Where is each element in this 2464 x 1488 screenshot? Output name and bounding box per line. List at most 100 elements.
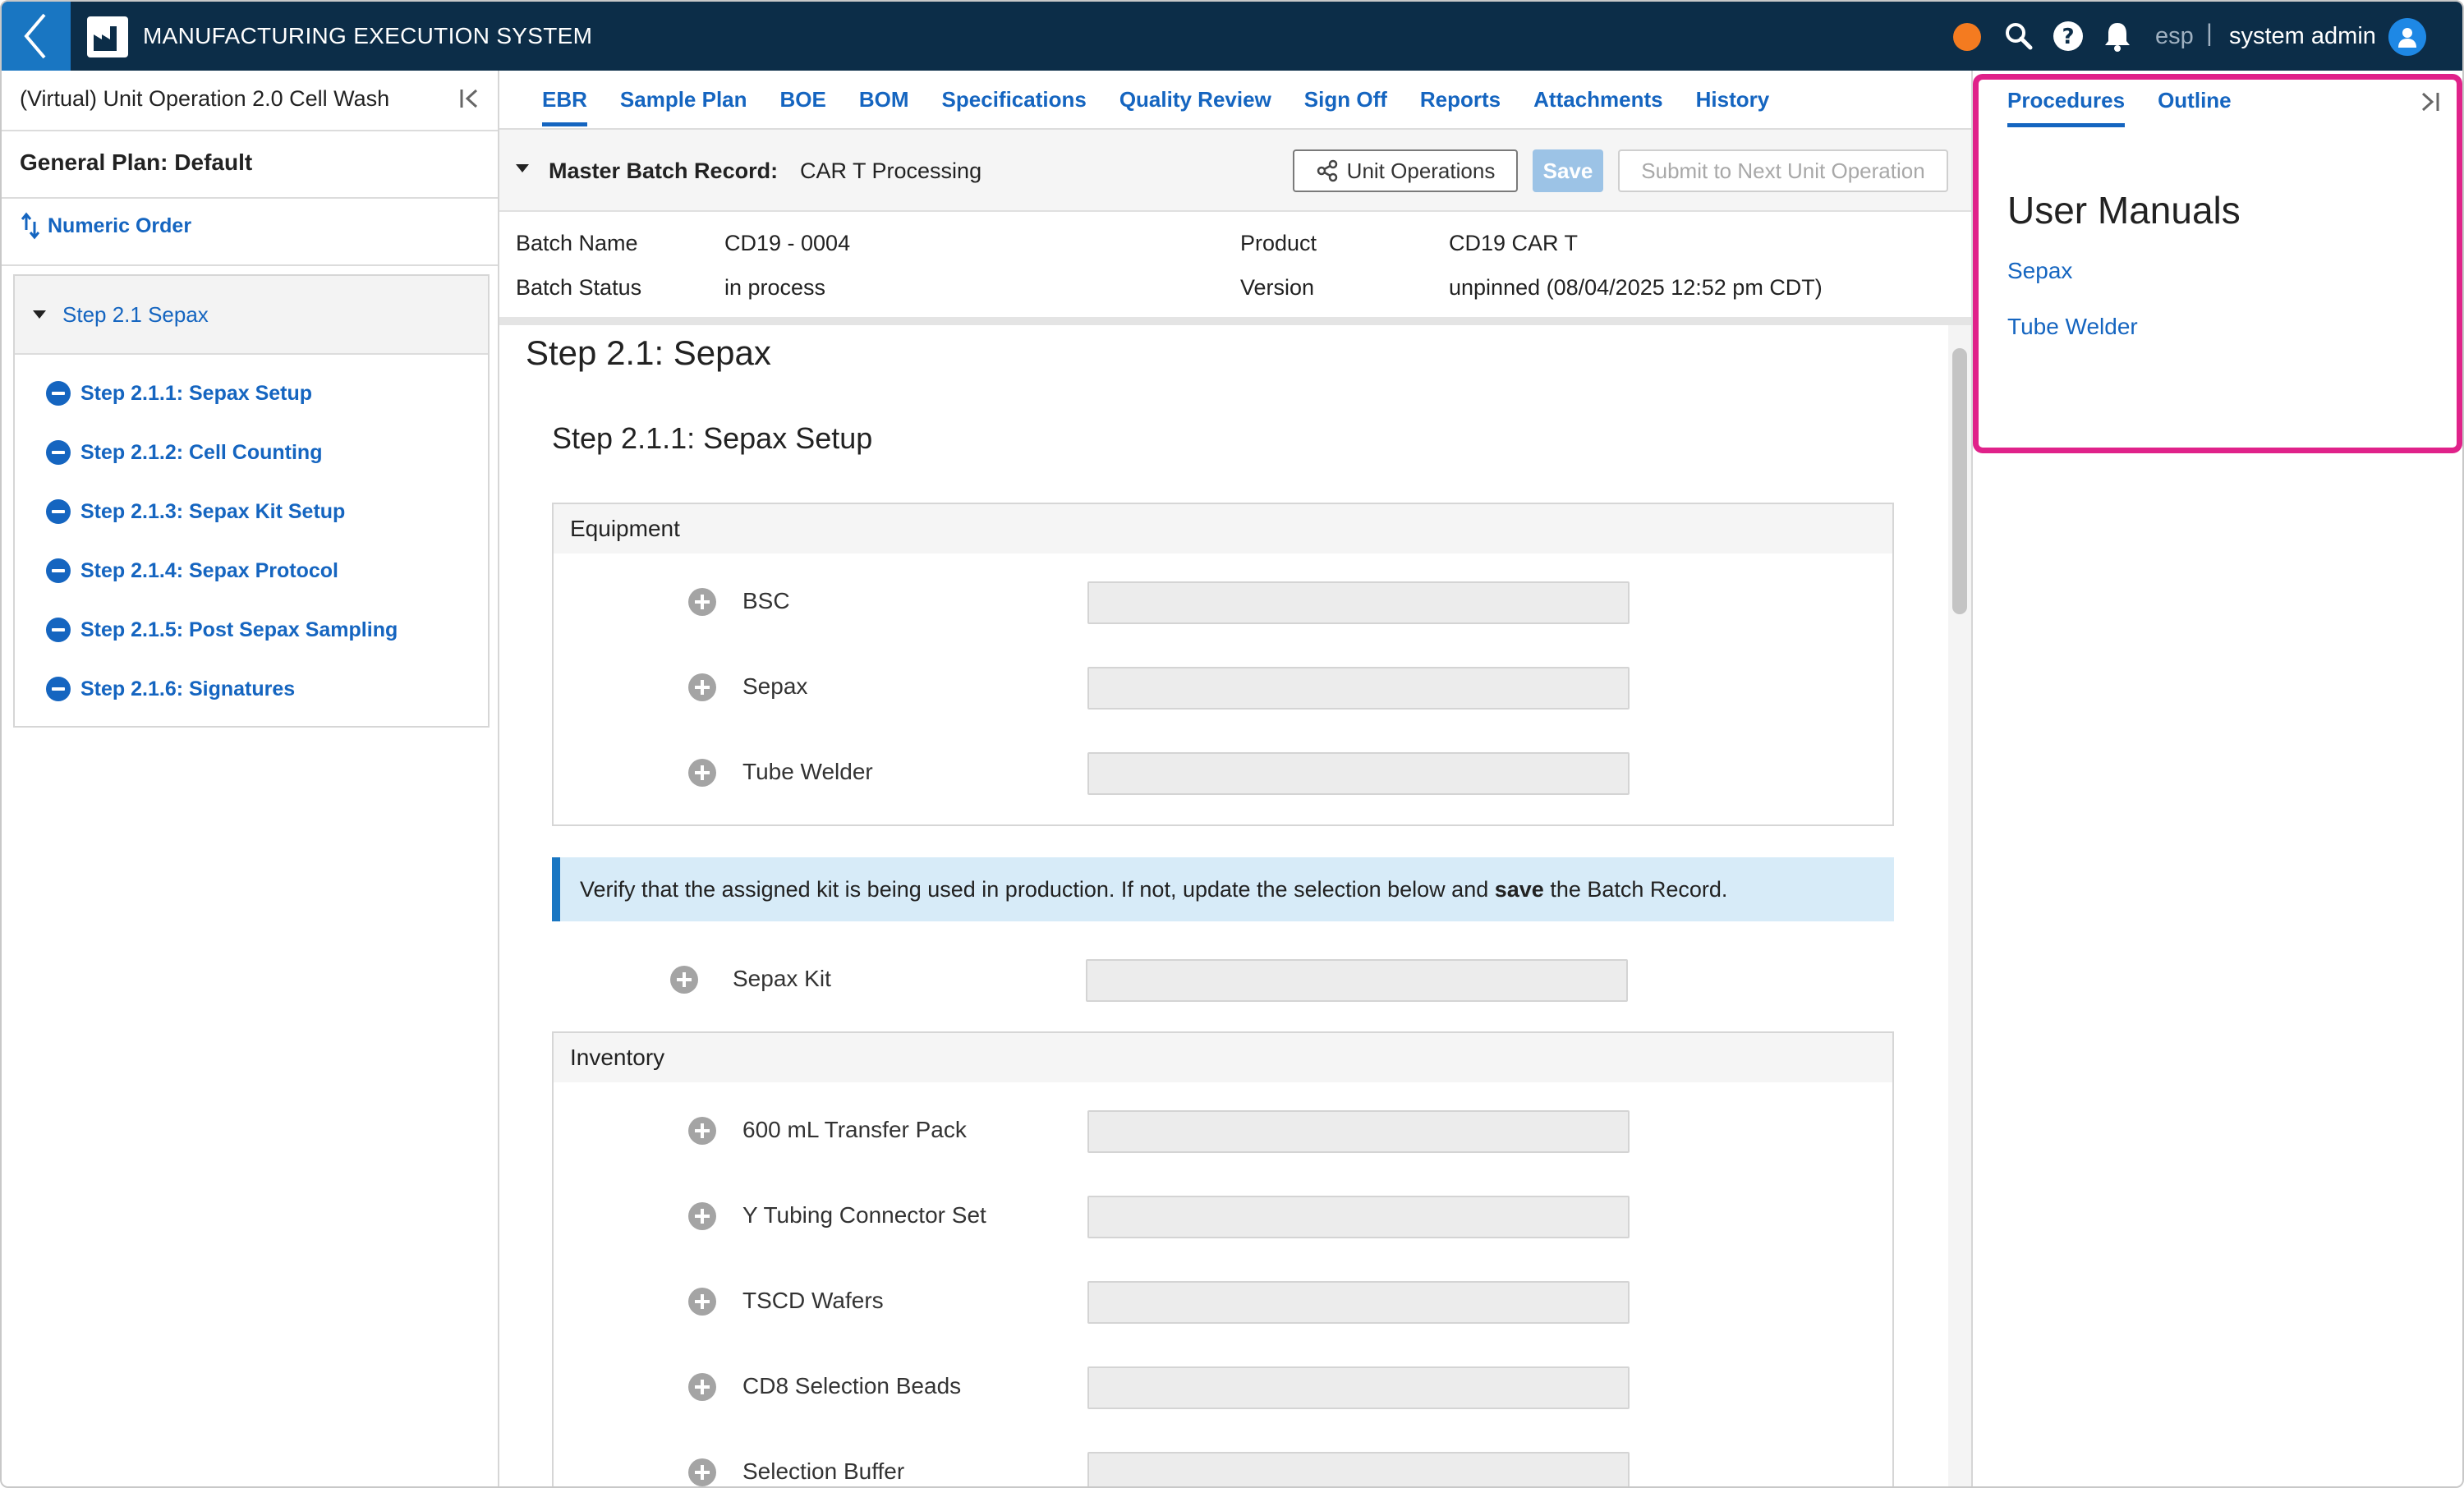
tab-procedures[interactable]: Procedures — [2007, 71, 2126, 129]
collapse-minus-icon — [46, 677, 71, 701]
app-title: MANUFACTURING EXECUTION SYSTEM — [143, 23, 593, 48]
avatar[interactable] — [2388, 18, 2426, 56]
divider — [2, 130, 498, 131]
collapse-minus-icon — [46, 440, 71, 465]
add-plus-icon[interactable] — [688, 588, 716, 616]
add-plus-icon[interactable] — [688, 1202, 716, 1230]
add-plus-icon[interactable] — [688, 1288, 716, 1316]
collapse-minus-icon — [46, 499, 71, 524]
caret-down-icon — [33, 310, 46, 319]
substep-label: Step 2.1.3: Sepax Kit Setup — [80, 499, 346, 523]
sort-icon — [21, 212, 39, 240]
share-icon — [1317, 159, 1337, 182]
status-indicator[interactable] — [1953, 23, 1981, 51]
language-selector[interactable]: esp — [2155, 21, 2194, 51]
product-value: CD19 CAR T — [1449, 231, 1579, 255]
right-sidebar: Procedures Outline User Manuals Sepax Tu… — [1971, 71, 2462, 1486]
substep-label: Step 2.1.6: Signatures — [80, 677, 296, 700]
app-window: MANUFACTURING EXECUTION SYSTEM ? esp | s… — [0, 0, 2464, 1488]
collapse-minus-icon — [46, 381, 71, 406]
add-plus-icon[interactable] — [670, 966, 698, 994]
caret-down-icon[interactable] — [514, 163, 531, 174]
collapse-left-icon[interactable] — [457, 85, 483, 112]
add-plus-icon[interactable] — [688, 759, 716, 787]
general-plan-label: General Plan: Default — [20, 149, 253, 175]
step-group-header[interactable]: Step 2.1 Sepax — [15, 276, 488, 355]
unit-operation-title: (Virtual) Unit Operation 2.0 Cell Wash — [20, 86, 390, 111]
submit-next-unit-operation-button[interactable]: Submit to Next Unit Operation — [1618, 149, 1948, 192]
scrollbar-thumb[interactable] — [1952, 348, 1967, 614]
substep-label: Step 2.1.5: Post Sepax Sampling — [80, 618, 398, 641]
add-plus-icon[interactable] — [688, 1373, 716, 1401]
unit-operations-button[interactable]: Unit Operations — [1293, 149, 1518, 192]
top-bar: MANUFACTURING EXECUTION SYSTEM ? esp | s… — [2, 2, 2462, 71]
tab-history[interactable]: History — [1696, 71, 1770, 128]
user-name[interactable]: system admin — [2229, 21, 2376, 51]
tab-specifications[interactable]: Specifications — [942, 71, 1087, 128]
inventory-field[interactable] — [1087, 1452, 1630, 1486]
sepax-kit-label: Sepax Kit — [733, 966, 831, 991]
chevron-left-icon — [24, 13, 46, 59]
svg-text:?: ? — [2062, 25, 2074, 49]
save-button[interactable]: Save — [1533, 149, 1603, 192]
inventory-field[interactable] — [1087, 1196, 1630, 1238]
notice-text: Verify that the assigned kit is being us… — [580, 876, 1728, 902]
add-plus-icon[interactable] — [688, 1458, 716, 1486]
back-button[interactable] — [2, 2, 71, 71]
batch-status-value: in process — [724, 275, 826, 300]
numeric-order-toggle[interactable]: Numeric Order — [21, 212, 191, 240]
version-value: unpinned (08/04/2025 12:52 pm CDT) — [1449, 275, 1823, 300]
master-batch-record-bar: Master Batch Record: CAR T Processing Un… — [499, 130, 1971, 212]
tab-attachments[interactable]: Attachments — [1533, 71, 1662, 128]
user-icon — [2398, 28, 2416, 48]
main-content: EBR Sample Plan BOE BOM Specifications Q… — [499, 71, 1971, 1486]
equipment-field[interactable] — [1087, 667, 1630, 710]
substep-label: Step 2.1.1: Sepax Setup — [80, 381, 313, 405]
sidebar-item-substep[interactable]: Step 2.1.5: Post Sepax Sampling — [46, 618, 398, 642]
inventory-label: Selection Buffer — [742, 1458, 905, 1484]
batch-name-label: Batch Name — [516, 231, 638, 255]
equipment-field[interactable] — [1087, 581, 1630, 624]
inventory-field[interactable] — [1087, 1281, 1630, 1324]
divider — [499, 317, 1971, 325]
step-title: Step 2.1: Sepax — [526, 333, 771, 372]
sidebar-item-substep[interactable]: Step 2.1.3: Sepax Kit Setup — [46, 499, 345, 524]
step-group-label: Step 2.1 Sepax — [62, 301, 209, 327]
manual-link-sepax[interactable]: Sepax — [2007, 256, 2072, 286]
tab-outline[interactable]: Outline — [2158, 71, 2232, 129]
step-group: Step 2.1 Sepax Step 2.1.1: Sepax Setup S… — [13, 274, 490, 728]
master-batch-record-value: CAR T Processing — [800, 158, 982, 183]
add-plus-icon[interactable] — [688, 673, 716, 701]
sidebar-item-substep[interactable]: Step 2.1.4: Sepax Protocol — [46, 558, 338, 583]
collapse-right-icon[interactable] — [2416, 89, 2443, 115]
unit-operations-label: Unit Operations — [1346, 158, 1496, 183]
tab-bom[interactable]: BOM — [859, 71, 909, 128]
tab-sample-plan[interactable]: Sample Plan — [620, 71, 747, 128]
inventory-label: 600 mL Transfer Pack — [742, 1117, 967, 1142]
sidebar-item-substep[interactable]: Step 2.1.2: Cell Counting — [46, 440, 322, 465]
add-plus-icon[interactable] — [688, 1117, 716, 1145]
inventory-field[interactable] — [1087, 1366, 1630, 1409]
tab-quality-review[interactable]: Quality Review — [1119, 71, 1271, 128]
sidebar-item-substep[interactable]: Step 2.1.1: Sepax Setup — [46, 381, 312, 406]
tab-sign-off[interactable]: Sign Off — [1304, 71, 1387, 128]
inventory-label: TSCD Wafers — [742, 1288, 884, 1313]
master-batch-record-label: Master Batch Record: — [549, 158, 779, 183]
bell-icon[interactable] — [2101, 20, 2134, 53]
inventory-header: Inventory — [554, 1033, 1892, 1082]
equipment-field[interactable] — [1087, 752, 1630, 795]
sepax-kit-field[interactable] — [1086, 959, 1628, 1002]
help-icon[interactable]: ? — [2052, 20, 2085, 53]
tab-boe[interactable]: BOE — [780, 71, 826, 128]
version-label: Version — [1240, 275, 1315, 300]
manual-link-tube-welder[interactable]: Tube Welder — [2007, 312, 2138, 342]
inventory-field[interactable] — [1087, 1110, 1630, 1153]
search-icon[interactable] — [2002, 20, 2035, 53]
substep-label: Step 2.1.2: Cell Counting — [80, 440, 323, 464]
user-manuals-title: User Manuals — [2007, 189, 2241, 232]
product-label: Product — [1240, 231, 1317, 255]
sidebar-item-substep[interactable]: Step 2.1.6: Signatures — [46, 677, 295, 701]
tab-ebr[interactable]: EBR — [542, 71, 587, 128]
equipment-label: Sepax — [742, 673, 808, 699]
tab-reports[interactable]: Reports — [1420, 71, 1501, 128]
